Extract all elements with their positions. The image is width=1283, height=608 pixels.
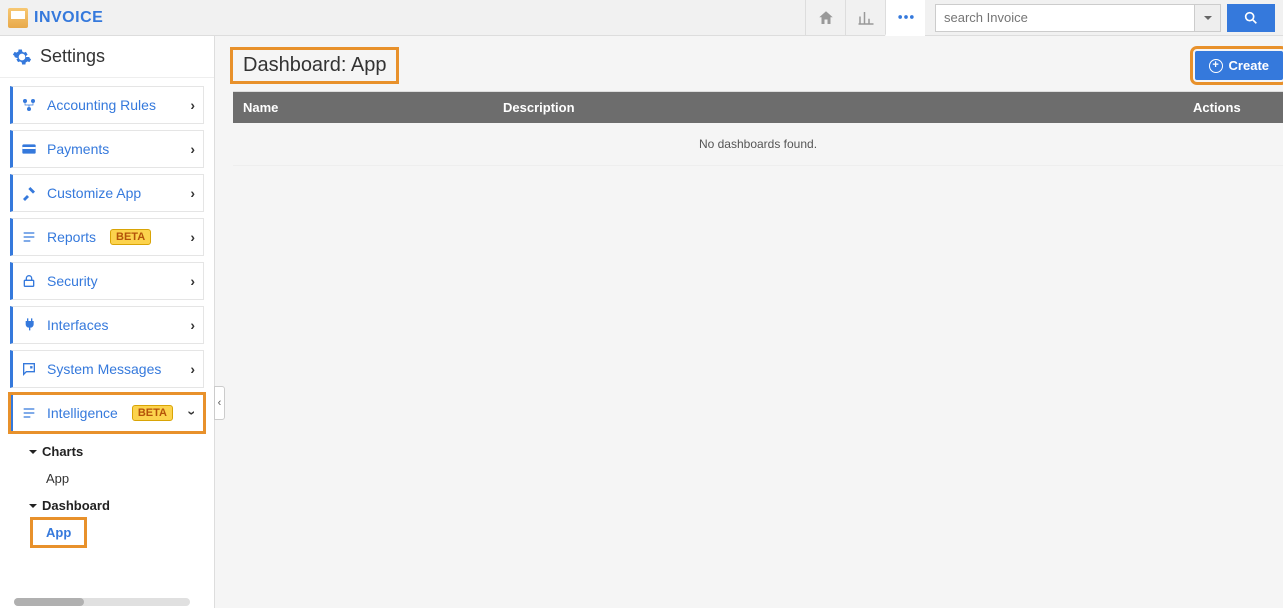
horizontal-scrollbar[interactable] <box>14 598 190 606</box>
brand[interactable]: INVOICE <box>8 8 103 28</box>
col-actions: Actions <box>1183 92 1283 123</box>
chevron-right-icon: › <box>190 317 195 333</box>
sidebar-leaf-dashboard-app[interactable]: App <box>32 519 85 546</box>
lock-icon <box>21 273 37 289</box>
sidebar-item-interfaces[interactable]: Interfaces › <box>10 306 204 344</box>
card-icon <box>21 141 37 157</box>
create-button[interactable]: + Create <box>1195 51 1283 80</box>
sidebar-item-accounting-rules[interactable]: Accounting Rules › <box>10 86 204 124</box>
sidebar-item-reports[interactable]: Reports BETA › <box>10 218 204 256</box>
sidebar-title: Settings <box>0 36 214 78</box>
col-description: Description <box>493 92 1183 123</box>
table-header: Name Description Actions <box>233 92 1283 123</box>
home-icon[interactable] <box>805 0 845 36</box>
sidebar-item-payments[interactable]: Payments › <box>10 130 204 168</box>
chevron-down-icon: › <box>185 411 201 416</box>
sidebar-item-security[interactable]: Security › <box>10 262 204 300</box>
list-icon <box>21 229 37 245</box>
col-name: Name <box>233 92 493 123</box>
sidebar-sub-label: Dashboard <box>42 498 110 513</box>
process-icon <box>21 97 37 113</box>
invoice-logo-icon <box>8 8 28 28</box>
sidebar-item-label: Intelligence <box>47 405 118 421</box>
sidebar-item-system-messages[interactable]: System Messages › <box>10 350 204 388</box>
sidebar-item-customize-app[interactable]: Customize App › <box>10 174 204 212</box>
chevron-down-icon <box>28 447 38 457</box>
search-dropdown[interactable] <box>1195 4 1221 32</box>
search-input[interactable] <box>935 4 1195 32</box>
plus-icon: + <box>1209 59 1223 73</box>
empty-message: No dashboards found. <box>233 123 1283 166</box>
sidebar-item-label: Customize App <box>47 185 141 201</box>
sidebar-sub-dashboard[interactable]: Dashboard <box>28 492 204 519</box>
plug-icon <box>21 317 37 333</box>
sidebar-sub-charts[interactable]: Charts <box>28 438 204 465</box>
search-icon <box>1243 10 1259 26</box>
chevron-right-icon: › <box>190 185 195 201</box>
chevron-down-icon <box>1203 13 1213 23</box>
sidebar-item-label: System Messages <box>47 361 161 377</box>
sidebar-item-label: Interfaces <box>47 317 108 333</box>
gear-icon <box>12 47 32 67</box>
sidebar-item-label: Reports <box>47 229 96 245</box>
chevron-right-icon: › <box>190 361 195 377</box>
sidebar-item-label: Accounting Rules <box>47 97 156 113</box>
tools-icon <box>21 185 37 201</box>
content: Dashboard: App + Create Name Description… <box>215 36 1283 608</box>
sidebar-collapse-handle[interactable]: ‹ <box>214 386 225 420</box>
chat-icon <box>21 361 37 377</box>
chevron-right-icon: › <box>190 141 195 157</box>
content-header: Dashboard: App + Create <box>233 50 1283 92</box>
search-button[interactable] <box>1227 4 1275 32</box>
chevron-left-icon: ‹ <box>218 397 222 409</box>
dashboard-table: Name Description Actions No dashboards f… <box>233 92 1283 166</box>
more-icon[interactable] <box>885 0 925 36</box>
sidebar-sub-label: Charts <box>42 444 83 459</box>
sidebar-item-label: Security <box>47 273 98 289</box>
list-icon <box>21 405 37 421</box>
sidebar-leaf-charts-app[interactable]: App <box>28 465 204 492</box>
sidebar-title-label: Settings <box>40 46 105 67</box>
sidebar-item-label: Payments <box>47 141 109 157</box>
chevron-right-icon: › <box>190 273 195 289</box>
top-icons <box>805 0 925 36</box>
create-button-label: Create <box>1229 58 1269 73</box>
chevron-down-icon <box>28 501 38 511</box>
chevron-right-icon: › <box>190 97 195 113</box>
topbar: INVOICE <box>0 0 1283 36</box>
beta-badge: BETA <box>110 229 151 245</box>
sidebar-item-intelligence[interactable]: Intelligence BETA › <box>10 394 204 432</box>
chart-icon[interactable] <box>845 0 885 36</box>
sidebar: Settings Accounting Rules › Payments › C… <box>0 36 215 608</box>
beta-badge: BETA <box>132 405 173 421</box>
chevron-right-icon: › <box>190 229 195 245</box>
sidebar-sub-intelligence: Charts App Dashboard App <box>10 432 204 546</box>
brand-label: INVOICE <box>34 9 103 27</box>
page-title: Dashboard: App <box>233 50 396 81</box>
